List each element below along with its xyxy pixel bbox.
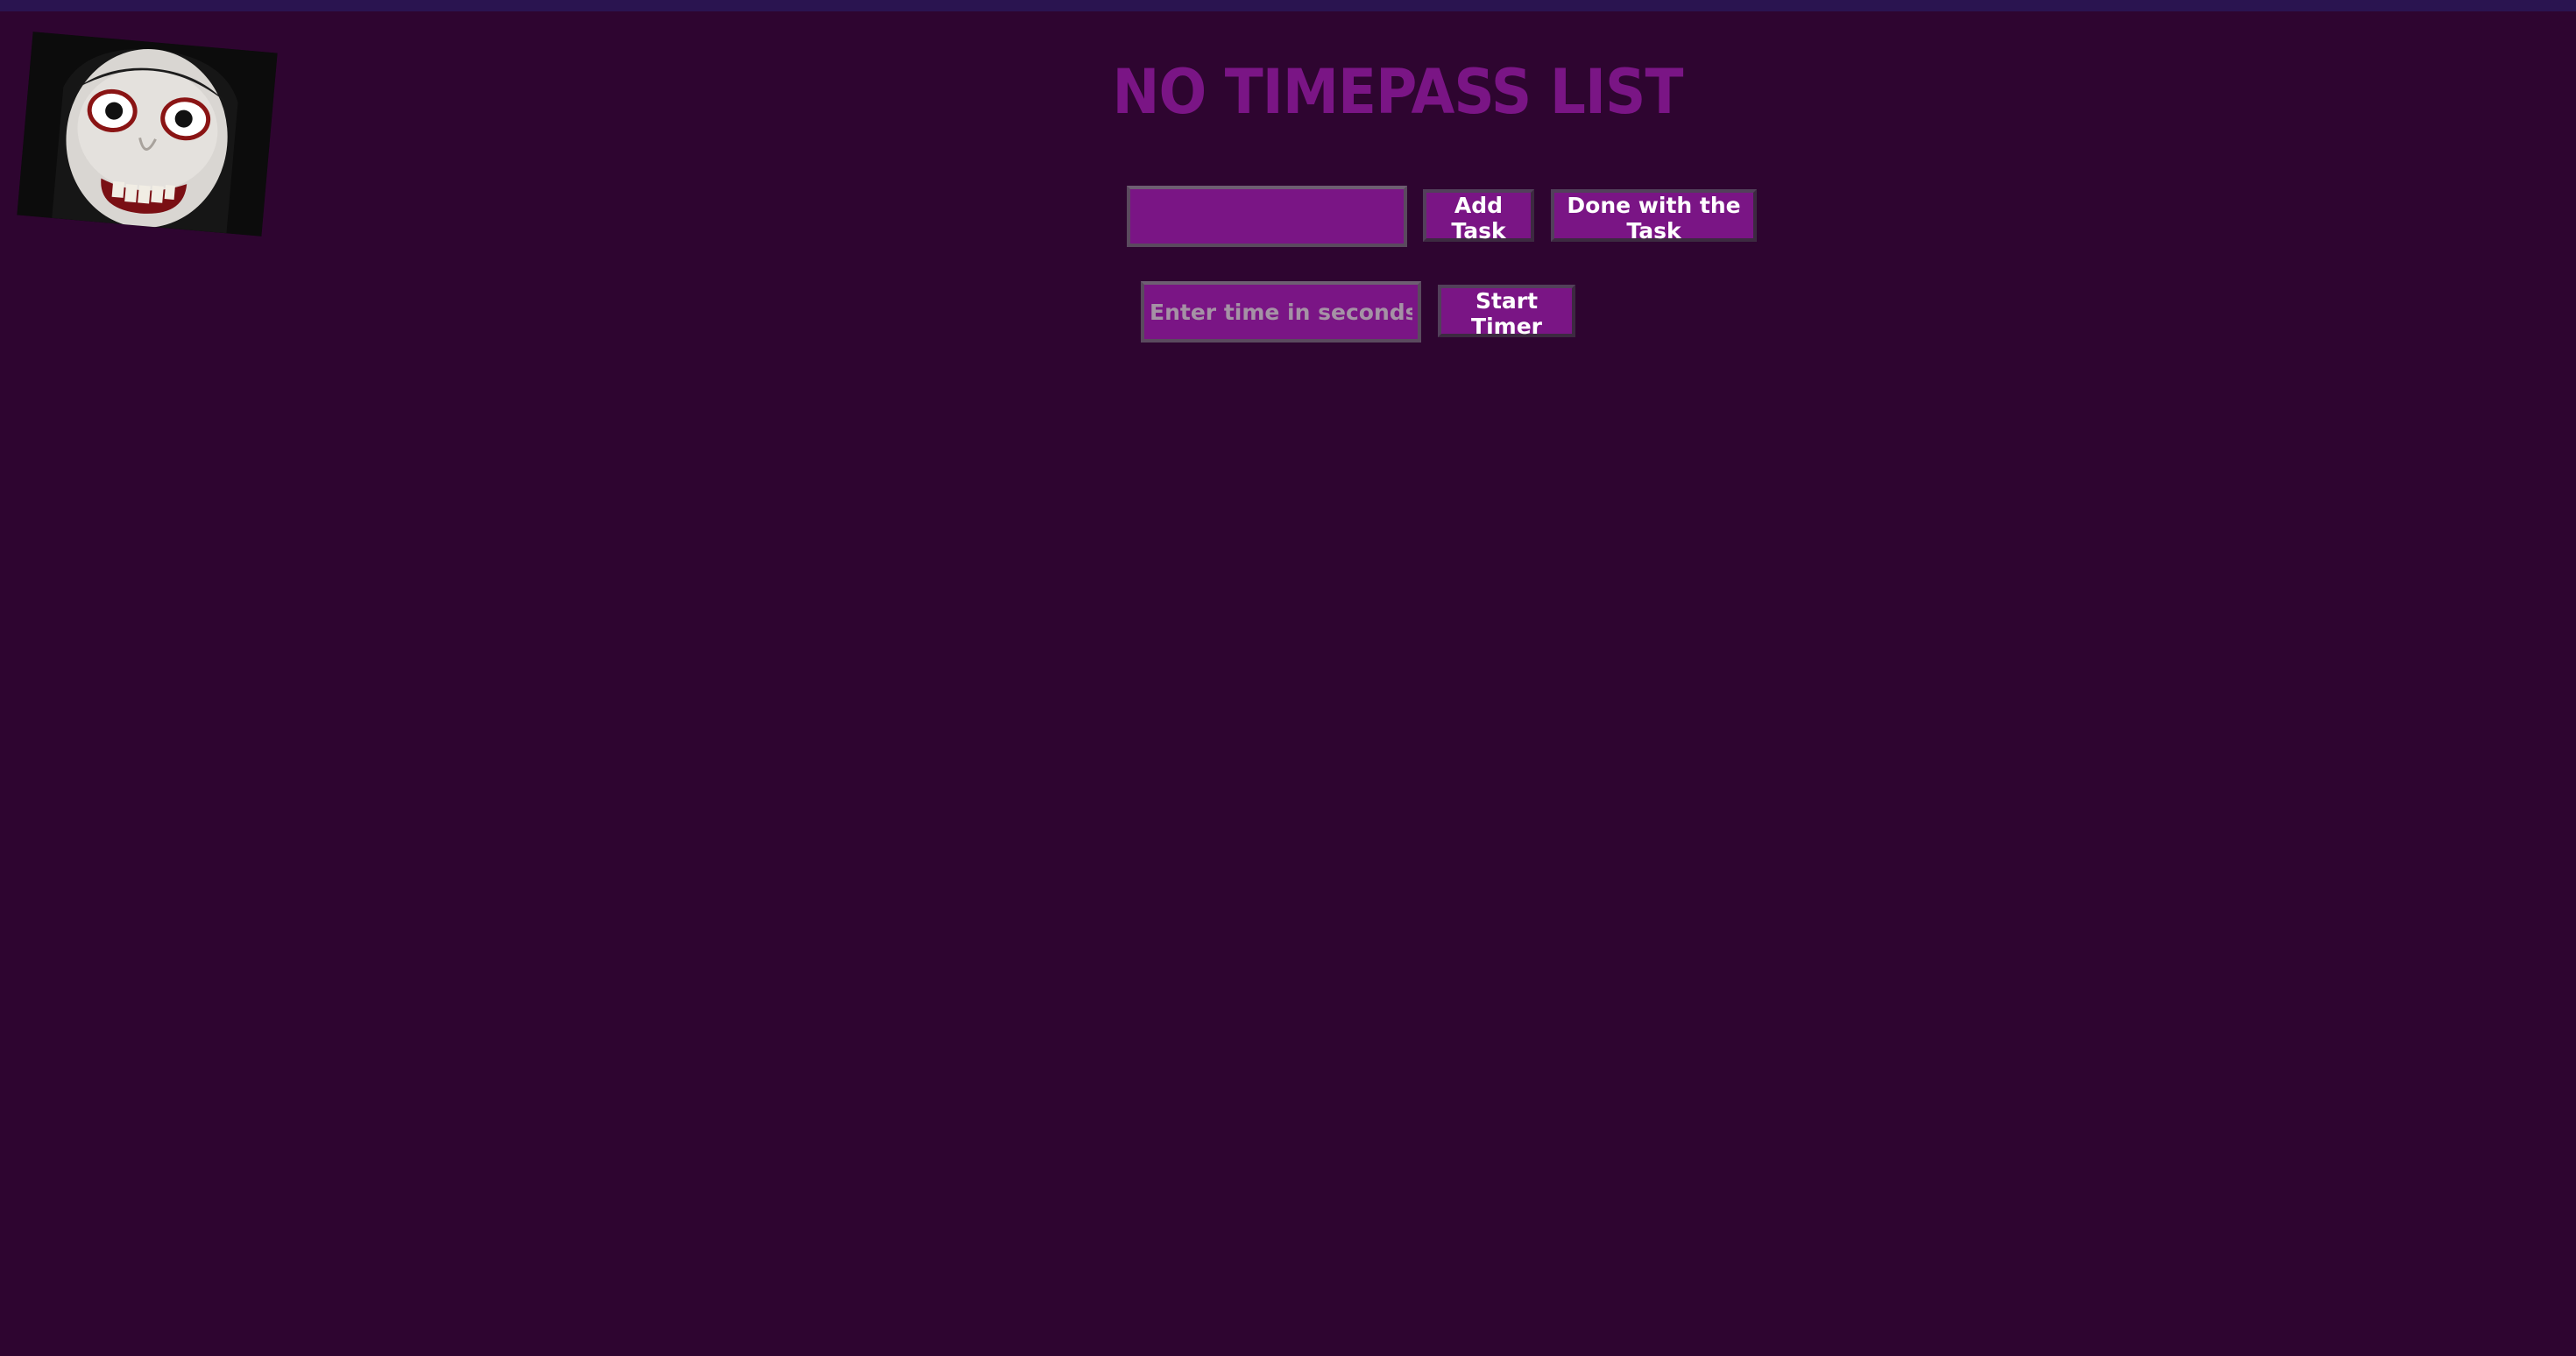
start-timer-button[interactable]: Start Timer bbox=[1438, 285, 1575, 339]
task-input[interactable] bbox=[1127, 186, 1407, 247]
timer-seconds-input[interactable] bbox=[1141, 281, 1421, 343]
page-title: NO TIMEPASS LIST bbox=[1112, 56, 1683, 128]
top-strip bbox=[0, 0, 2576, 11]
done-with-task-button[interactable]: Done with the Task bbox=[1551, 189, 1757, 244]
add-task-button[interactable]: Add Task bbox=[1423, 189, 1534, 244]
